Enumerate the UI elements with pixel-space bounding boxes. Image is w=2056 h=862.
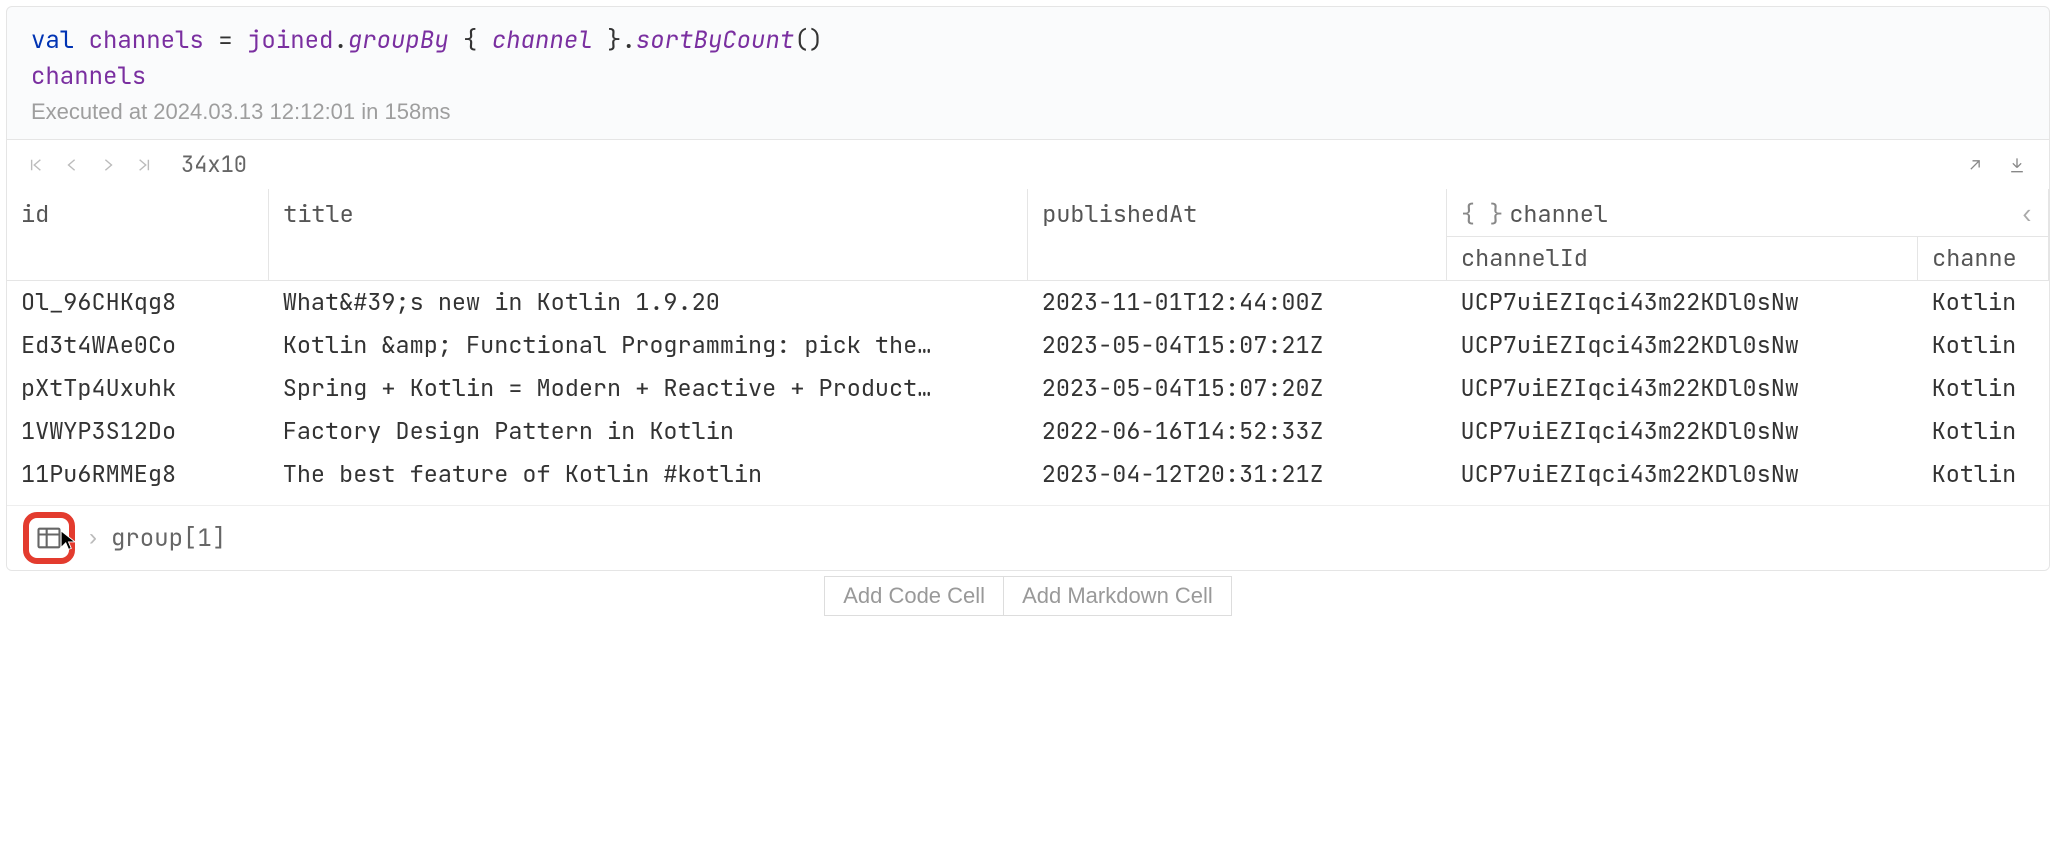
column-header-id[interactable]: id (7, 189, 269, 281)
pager-prev-icon[interactable] (61, 154, 83, 176)
keyword-val: val (31, 25, 74, 56)
cell-id: pXtTp4Uxuhk (7, 367, 269, 410)
cell-id: zluKcazgkV4 (7, 496, 269, 505)
table-row[interactable]: Ed3t4WAe0CoKotlin &amp; Functional Progr… (7, 324, 2049, 367)
notebook-cell: val channels = joined.groupBy { channel … (6, 6, 2050, 571)
cell-publishedAt: 2023-11-01T12:44:00Z (1028, 281, 1447, 325)
fn-sortByCount: sortByCount (636, 25, 794, 56)
open-in-new-icon[interactable] (1961, 151, 1989, 179)
table-row[interactable]: pXtTp4UxuhkSpring + Kotlin = Modern + Re… (7, 367, 2049, 410)
cell-channelId: UCP7uiEZIqci43m22KDl0sNw (1447, 410, 1918, 453)
breadcrumb-bar: › group[1] (7, 505, 2049, 570)
cell-channelId: UCP7uiEZIqci43m22KDl0sNw (1447, 367, 1918, 410)
column-header-title[interactable]: title (269, 189, 1028, 281)
add-code-cell-button[interactable]: Add Code Cell (824, 576, 1004, 616)
chevron-right-icon: › (89, 524, 97, 552)
dataframe-toolbar: 34x10 (7, 140, 2049, 189)
mouse-cursor-icon (59, 529, 78, 560)
cell-id: 11Pu6RMMEg8 (7, 453, 269, 496)
cell-publishedAt: 2023-05-04T15:07:22Z (1028, 496, 1447, 505)
column-header-channelId[interactable]: channelId (1447, 237, 1918, 281)
download-icon[interactable] (2003, 151, 2031, 179)
cell-channelId: UCP7uiEZIqci43m22KDl0sNw (1447, 281, 1918, 325)
cell-channelName: Kotlin (1918, 410, 2049, 453)
cell-title: Spring + Kotlin = Modern + Reactive + Pr… (269, 367, 1028, 410)
chevron-left-icon[interactable]: ‹ (2020, 199, 2034, 230)
cell-publishedAt: 2023-04-12T20:31:21Z (1028, 453, 1447, 496)
pager-dimensions: 34x10 (181, 150, 247, 179)
arg-channel: channel (492, 25, 593, 56)
expr-channels: channels (31, 61, 146, 92)
cell-title: Factory Design Pattern in Kotlin (269, 410, 1028, 453)
add-markdown-cell-button[interactable]: Add Markdown Cell (1004, 576, 1232, 616)
table-row[interactable]: 1VWYP3S12DoFactory Design Pattern in Kot… (7, 410, 2049, 453)
dataframe-table: id title publishedAt { }channel ‹ channe… (7, 189, 2049, 505)
pager-next-icon[interactable] (97, 154, 119, 176)
table-row[interactable]: 11Pu6RMMEg8The best feature of Kotlin #k… (7, 453, 2049, 496)
braces-icon: { } (1461, 199, 1503, 230)
dataframe-table-container: id title publishedAt { }channel ‹ channe… (7, 189, 2049, 505)
cell-channelName: Kotlin (1918, 453, 2049, 496)
cell-id: 1VWYP3S12Do (7, 410, 269, 453)
column-header-publishedAt[interactable]: publishedAt (1028, 189, 1447, 281)
cell-title: What&#39;s new in Kotlin 1.9.20 (269, 281, 1028, 325)
cell-channelName: Kotlin (1918, 496, 2049, 505)
cell-channelName: Kotlin (1918, 324, 2049, 367)
id-joined: joined (247, 25, 333, 56)
table-row[interactable]: zluKcazgkV4Coroutines and Loom behind th… (7, 496, 2049, 505)
var-channels: channels (89, 25, 204, 56)
cell-publishedAt: 2023-05-04T15:07:20Z (1028, 367, 1447, 410)
table-row[interactable]: Ol_96CHKqg8What&#39;s new in Kotlin 1.9.… (7, 281, 2049, 325)
cell-title: The best feature of Kotlin #kotlin (269, 453, 1028, 496)
cell-id: Ol_96CHKqg8 (7, 281, 269, 325)
column-header-channelName-partial[interactable]: channe (1918, 237, 2049, 281)
add-cell-bar: Add Code Cell Add Markdown Cell (0, 577, 2056, 616)
cell-channelId: UCP7uiEZIqci43m22KDl0sNw (1447, 453, 1918, 496)
pager-last-icon[interactable] (133, 154, 155, 176)
cell-publishedAt: 2023-05-04T15:07:21Z (1028, 324, 1447, 367)
cell-channelId: UCP7uiEZIqci43m22KDl0sNw (1447, 324, 1918, 367)
cell-title: Kotlin &amp; Functional Programming: pic… (269, 324, 1028, 367)
cell-title: Coroutines and Loom behind the scenes by… (269, 496, 1028, 505)
fn-groupBy: groupBy (348, 25, 449, 56)
breadcrumb-group[interactable]: group[1] (111, 523, 226, 554)
pager-first-icon[interactable] (25, 154, 47, 176)
cell-output: 34x10 id title publishedAt { }channel (7, 139, 2049, 570)
table-root-icon[interactable] (23, 512, 75, 564)
cell-channelName: Kotlin (1918, 367, 2049, 410)
code-editor[interactable]: val channels = joined.groupBy { channel … (7, 7, 2049, 99)
cell-publishedAt: 2022-06-16T14:52:33Z (1028, 410, 1447, 453)
execution-metadata: Executed at 2024.03.13 12:12:01 in 158ms (7, 99, 2049, 139)
cell-channelId: UCP7uiEZIqci43m22KDl0sNw (1447, 496, 1918, 505)
cell-channelName: Kotlin (1918, 281, 2049, 325)
column-group-channel[interactable]: { }channel ‹ (1447, 189, 2049, 237)
cell-id: Ed3t4WAe0Co (7, 324, 269, 367)
